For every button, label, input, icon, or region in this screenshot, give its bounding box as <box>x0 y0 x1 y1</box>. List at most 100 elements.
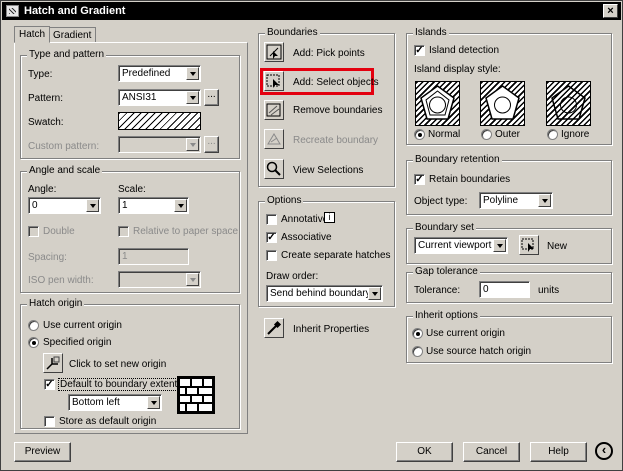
store-default-label: Store as default origin <box>59 416 157 427</box>
separate-hatches-checkbox[interactable] <box>266 250 277 261</box>
scale-combo[interactable]: 1 <box>118 197 189 214</box>
pattern-combo[interactable]: ANSI31 <box>118 89 201 106</box>
island-outer-preview[interactable] <box>480 81 525 126</box>
chevron-down-icon[interactable] <box>186 91 199 104</box>
island-detection-label: Island detection <box>429 45 500 56</box>
custom-pattern-combo[interactable] <box>118 136 201 153</box>
retain-boundaries-checkbox[interactable]: ✓ <box>414 174 425 185</box>
spacing-input[interactable]: 1 <box>118 248 189 265</box>
chevron-down-icon[interactable] <box>186 67 199 80</box>
chevron-down-icon[interactable] <box>186 138 199 151</box>
relative-paper-checkbox[interactable] <box>118 226 129 237</box>
use-current-origin-label: Use current origin <box>43 320 122 331</box>
island-normal-icon <box>420 85 455 120</box>
remove-boundaries-icon-button[interactable] <box>264 100 284 120</box>
remove-boundaries-label[interactable]: Remove boundaries <box>293 105 383 116</box>
view-selections-icon-button[interactable] <box>264 159 284 179</box>
select-objects-icon-button[interactable] <box>264 71 284 91</box>
custom-browse-button[interactable]: ... <box>204 136 219 153</box>
scale-value: 1 <box>122 200 128 211</box>
new-boundary-set-label[interactable]: New <box>547 241 567 252</box>
default-boundary-checkbox[interactable]: ✓ <box>44 379 55 390</box>
island-normal-preview[interactable] <box>415 81 460 126</box>
chevron-down-icon[interactable] <box>147 396 160 409</box>
double-checkbox[interactable] <box>28 226 39 237</box>
draw-order-combo[interactable]: Send behind boundary <box>266 285 383 302</box>
chevron-down-icon[interactable] <box>368 287 381 300</box>
preview-button[interactable]: Preview <box>14 442 71 462</box>
boundary-set-title: Boundary set <box>413 222 476 233</box>
click-set-origin-label: Click to set new origin <box>69 359 167 370</box>
info-icon[interactable]: i <box>324 212 335 223</box>
store-default-checkbox[interactable] <box>44 416 55 427</box>
new-boundary-set-icon-button[interactable] <box>519 235 539 255</box>
object-type-combo[interactable]: Polyline <box>479 192 553 209</box>
expand-less-icon[interactable]: ‹ <box>595 442 613 460</box>
pattern-value: ANSI31 <box>122 92 157 103</box>
pattern-label: Pattern: <box>28 93 64 104</box>
chevron-down-icon[interactable] <box>538 194 551 207</box>
recreate-boundary-icon-button[interactable] <box>264 129 284 149</box>
type-value: Predefined <box>122 68 171 79</box>
use-current-origin-radio[interactable] <box>28 320 39 331</box>
annotative-label: Annotative <box>281 214 329 225</box>
recreate-boundary-icon <box>267 133 281 145</box>
island-normal-radio[interactable] <box>414 129 425 140</box>
annotative-checkbox[interactable] <box>266 214 277 225</box>
cancel-button[interactable]: Cancel <box>463 442 520 462</box>
recreate-boundary-label[interactable]: Recreate boundary <box>293 135 378 146</box>
hatch-gradient-dialog: Hatch and Gradient × Hatch Gradient Type… <box>0 0 623 471</box>
options-title: Options <box>265 195 304 206</box>
close-button[interactable]: × <box>603 4 618 18</box>
inherit-options-title: Inherit options <box>413 310 480 321</box>
chevron-down-icon[interactable] <box>186 273 199 286</box>
tab-gradient-label: Gradient <box>53 30 92 41</box>
relative-paper-label: Relative to paper space <box>133 226 239 237</box>
inherit-current-origin-radio[interactable] <box>412 328 423 339</box>
island-ignore-preview[interactable] <box>546 81 591 126</box>
inherit-properties-label[interactable]: Inherit Properties <box>293 324 369 335</box>
view-selections-label[interactable]: View Selections <box>293 165 363 176</box>
help-button[interactable]: Help <box>530 442 587 462</box>
island-ignore-radio[interactable] <box>547 129 558 140</box>
pick-points-icon <box>266 44 282 60</box>
inherit-properties-icon-button[interactable] <box>264 318 284 338</box>
select-new-set-icon <box>521 238 534 252</box>
chevron-down-icon[interactable] <box>86 199 99 212</box>
hatch-origin-title: Hatch origin <box>27 298 85 309</box>
angle-combo[interactable]: 0 <box>28 197 101 214</box>
draw-order-value: Send behind boundary <box>270 288 371 299</box>
tolerance-input[interactable]: 0 <box>479 281 530 298</box>
island-outer-label: Outer <box>495 129 521 140</box>
swatch-label: Swatch: <box>28 117 64 128</box>
title-bar: Hatch and Gradient × <box>2 2 621 20</box>
chevron-down-icon[interactable] <box>493 239 506 252</box>
iso-pen-combo[interactable] <box>118 271 201 288</box>
boundary-set-combo[interactable]: Current viewport <box>414 237 508 254</box>
islands-title: Islands <box>413 27 449 38</box>
island-detection-checkbox[interactable]: ✓ <box>414 45 425 56</box>
chevron-down-icon[interactable] <box>174 199 187 212</box>
tab-gradient[interactable]: Gradient <box>48 27 97 42</box>
type-pattern-title: Type and pattern <box>27 49 107 60</box>
spacing-label: Spacing: <box>28 252 67 263</box>
eyedropper-icon <box>267 320 282 335</box>
island-outer-radio[interactable] <box>481 129 492 140</box>
pattern-swatch[interactable] <box>118 112 201 130</box>
tab-hatch[interactable]: Hatch <box>14 26 51 43</box>
specified-origin-radio[interactable] <box>28 337 39 348</box>
select-objects-label[interactable]: Add: Select objects <box>293 77 379 88</box>
pick-points-icon-button[interactable] <box>264 42 284 62</box>
custom-pattern-label: Custom pattern: <box>28 141 100 152</box>
ok-button[interactable]: OK <box>396 442 453 462</box>
type-combo[interactable]: Predefined <box>118 65 201 82</box>
pick-origin-icon <box>46 356 60 370</box>
origin-position-combo[interactable]: Bottom left <box>68 394 162 411</box>
pattern-browse-button[interactable]: ... <box>204 89 219 106</box>
inherit-source-origin-radio[interactable] <box>412 346 423 357</box>
pick-points-label[interactable]: Add: Pick points <box>293 48 365 59</box>
set-origin-button[interactable] <box>43 353 63 373</box>
select-objects-icon <box>266 74 280 88</box>
associative-checkbox[interactable]: ✓ <box>266 232 277 243</box>
window-title: Hatch and Gradient <box>24 5 126 17</box>
